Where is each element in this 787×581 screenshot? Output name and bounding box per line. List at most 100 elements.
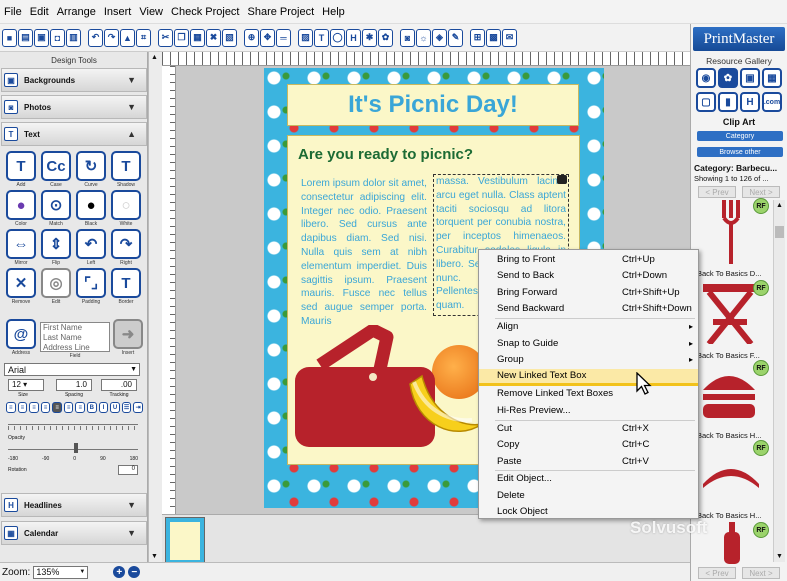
menu-item-delete[interactable]: Delete xyxy=(479,487,698,504)
menu-insert[interactable]: Insert xyxy=(104,6,132,18)
print-icon[interactable]: ▥ xyxy=(66,28,81,47)
scroll-down-icon[interactable]: ▼ xyxy=(776,553,783,560)
menu-check-project[interactable]: Check Project xyxy=(171,6,239,18)
list-icon[interactable]: ☰ xyxy=(121,402,132,413)
menu-item-hi-res-preview[interactable]: Hi-Res Preview... xyxy=(479,402,698,419)
panel-gallery-icon[interactable]: ▮ xyxy=(718,92,738,112)
section-backgrounds[interactable]: ▣ Backgrounds ▼ xyxy=(1,68,147,92)
title-text-box[interactable]: It's Picnic Day! xyxy=(287,84,579,126)
scroll-down-icon[interactable]: ▼ xyxy=(151,553,158,560)
shape-icon[interactable]: ◯ xyxy=(330,28,345,47)
gallery-item[interactable]: RF xyxy=(697,518,771,564)
tool-match[interactable]: ⊙ Match xyxy=(39,190,73,229)
section-headlines[interactable]: H Headlines ▼ xyxy=(1,493,147,517)
tool-shadow[interactable]: T Shadow xyxy=(109,151,143,190)
tool-color[interactable]: ● Color xyxy=(4,190,38,229)
tool-black[interactable]: ● Black xyxy=(74,190,108,229)
menu-item-new-linked-text-box[interactable]: New Linked Text Box xyxy=(479,368,698,386)
tool-mirror[interactable]: ⇔ Mirror xyxy=(4,229,38,268)
web-gallery-icon[interactable]: .com xyxy=(762,92,782,112)
pan-icon[interactable]: ✥ xyxy=(260,28,275,47)
tool-curve[interactable]: ↻ Curve xyxy=(74,151,108,190)
email-icon[interactable]: ✉ xyxy=(502,28,517,47)
zoom-out-icon[interactable]: − xyxy=(128,566,141,578)
crop-icon[interactable]: ⌗ xyxy=(136,28,151,47)
align-center-icon[interactable]: ≡ xyxy=(17,402,28,413)
tool-address[interactable]: @ Address xyxy=(4,319,38,358)
menu-edit[interactable]: Edit xyxy=(30,6,49,18)
menu-item-copy[interactable]: Copy Ctrl+C xyxy=(479,437,698,454)
gift-icon[interactable]: ▩ xyxy=(486,28,501,47)
rotation-slider[interactable] xyxy=(8,449,138,450)
valign-top-icon[interactable]: ≡ xyxy=(52,402,62,413)
ruler-icon[interactable]: ═ xyxy=(276,28,291,47)
rotation-input[interactable]: 0 xyxy=(118,465,138,475)
delete-icon[interactable]: ✖ xyxy=(206,28,221,47)
copy-icon[interactable]: ❐ xyxy=(174,28,189,47)
tracking-input[interactable]: .00 xyxy=(101,379,137,391)
menu-help[interactable]: Help xyxy=(322,6,345,18)
save-icon[interactable]: ▣ xyxy=(34,28,49,47)
menu-item-remove-linked-text-boxes[interactable]: Remove Linked Text Boxes xyxy=(479,386,698,403)
page-gallery-icon[interactable]: ▢ xyxy=(696,92,716,112)
color-icon[interactable]: ◈ xyxy=(432,28,447,47)
menu-item-snap-to-guide[interactable]: Snap to Guide ▸ xyxy=(479,335,698,352)
scroll-up-icon[interactable]: ▲ xyxy=(151,54,158,61)
italic-icon[interactable]: I xyxy=(98,402,109,413)
pointer-icon[interactable]: ▲ xyxy=(120,28,135,47)
gallery-scrollbar[interactable]: ▲ ▼ xyxy=(773,200,785,562)
menu-item-cut[interactable]: Cut Ctrl+X xyxy=(479,420,698,437)
scroll-up-icon[interactable]: ▲ xyxy=(776,202,783,209)
gallery-item[interactable]: RF Back To Basics F... xyxy=(697,280,771,360)
headline-gallery-icon[interactable]: H xyxy=(740,92,760,112)
zoom-select[interactable]: 135% ▼ xyxy=(33,565,89,579)
layout-gallery-icon[interactable]: ▦ xyxy=(762,68,782,88)
field-list[interactable]: First Name Last Name Address Line xyxy=(40,322,110,352)
background-gallery-icon[interactable]: ▣ xyxy=(740,68,760,88)
tool-add[interactable]: T Add xyxy=(4,151,38,190)
group-icon[interactable]: ▧ xyxy=(222,28,237,47)
valign-bottom-icon[interactable]: ≡ xyxy=(75,402,86,413)
bold-icon[interactable]: B xyxy=(87,402,97,413)
document-subheading[interactable]: Are you ready to picnic? xyxy=(298,146,473,163)
left-panel-scrollbar[interactable]: ▲ ▼ xyxy=(148,52,162,562)
tool-padding[interactable]: ⌜⌟ Padding xyxy=(74,268,108,307)
size-select[interactable]: 12 ▾ xyxy=(8,379,44,391)
open-icon[interactable]: ▤ xyxy=(18,28,33,47)
clipart-gallery-icon[interactable]: ✿ xyxy=(718,68,738,88)
cart-icon[interactable]: ⊞ xyxy=(470,28,485,47)
menu-item-bring-to-front[interactable]: Bring to Front Ctrl+Up xyxy=(479,251,698,268)
field-option[interactable]: Address Line xyxy=(43,343,109,351)
tool-remove[interactable]: ✕ Remove xyxy=(4,268,38,307)
justify-icon[interactable]: ≡ xyxy=(40,402,51,413)
zoom-in-icon[interactable]: + xyxy=(113,566,126,578)
cut-icon[interactable]: ✂ xyxy=(158,28,173,47)
rotation-slider-handle[interactable] xyxy=(74,443,78,453)
graphic-icon[interactable]: ✱ xyxy=(362,28,377,47)
font-select[interactable]: Arial ▼ xyxy=(4,363,140,376)
menu-item-align[interactable]: Align ▸ xyxy=(479,319,698,336)
tool-border[interactable]: T Border xyxy=(109,268,143,307)
gallery-item[interactable]: RF Back To Basics H... xyxy=(697,360,771,440)
gallery-item[interactable]: RF Back To Basics D... xyxy=(697,198,771,278)
menu-item-group[interactable]: Group ▸ xyxy=(479,352,698,369)
category-button[interactable]: Category xyxy=(697,131,783,141)
tool-edit[interactable]: ◎ Edit xyxy=(39,268,73,307)
section-calendar[interactable]: ▦ Calendar ▼ xyxy=(1,521,147,545)
camera-icon[interactable]: ◉ xyxy=(696,68,716,88)
menu-item-bring-forward[interactable]: Bring Forward Ctrl+Shift+Up xyxy=(479,284,698,301)
menu-item-send-to-back[interactable]: Send to Back Ctrl+Down xyxy=(479,268,698,285)
section-photos[interactable]: ◙ Photos ▼ xyxy=(1,95,147,119)
image-icon[interactable]: ▨ xyxy=(298,28,313,47)
menu-file[interactable]: File xyxy=(4,6,22,18)
menu-view[interactable]: View xyxy=(139,6,163,18)
next-button-bottom[interactable]: Next > xyxy=(742,567,780,579)
tool-case[interactable]: Cc Case xyxy=(39,151,73,190)
menu-arrange[interactable]: Arrange xyxy=(57,6,96,18)
menu-item-edit-object[interactable]: Edit Object... xyxy=(479,471,698,488)
save-as-icon[interactable]: ◘ xyxy=(50,28,65,47)
field-option[interactable]: Last Name xyxy=(43,333,109,343)
valign-middle-icon[interactable]: ≡ xyxy=(63,402,74,413)
gallery-item[interactable]: RF Back To Basics H... xyxy=(697,440,771,520)
underline-icon[interactable]: U xyxy=(110,402,120,413)
